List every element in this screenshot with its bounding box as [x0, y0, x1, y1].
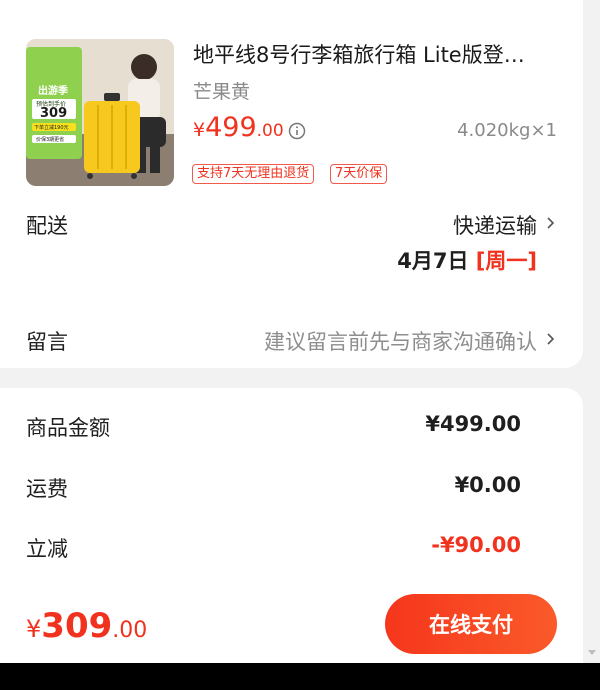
- delivery-label: 配送: [26, 214, 68, 238]
- summary-label-discount: 立减: [26, 537, 68, 561]
- total-integer: 309: [41, 606, 113, 646]
- thumb-badge-line3: 价保3期更省: [36, 137, 65, 143]
- summary-value-goods: ¥499.00: [425, 412, 521, 436]
- tag-price-protection: 7天价保: [330, 164, 388, 184]
- delivery-weekday: [周一]: [475, 249, 537, 273]
- scroll-down-arrow-icon[interactable]: [588, 650, 596, 655]
- thumb-badge-brand: 出游季: [38, 86, 68, 97]
- product-title[interactable]: 地平线8号行李箱旅行箱 Lite版登…: [193, 40, 563, 70]
- total-decimal: .00: [112, 618, 148, 643]
- checkout-bar: ¥309.00 在线支付: [0, 584, 583, 663]
- order-product-card: 出游季 预估到手价 309 下单立减190元 价保3期更省 地平线8号行李箱旅行…: [0, 0, 583, 368]
- thumb-badge-line2: 下单立减190元: [34, 125, 69, 131]
- product-variant: 芒果黄: [193, 81, 251, 103]
- order-total: ¥309.00: [26, 606, 147, 646]
- total-currency: ¥: [26, 615, 42, 643]
- info-icon[interactable]: [288, 122, 306, 140]
- chevron-right-icon[interactable]: [546, 216, 555, 230]
- summary-label-goods: 商品金额: [26, 416, 110, 440]
- chevron-right-icon[interactable]: [546, 332, 555, 346]
- price-currency: ¥: [193, 119, 206, 141]
- thumb-badge-price: 309: [40, 106, 68, 121]
- message-label: 留言: [26, 330, 68, 354]
- delivery-date-day: 4月7日: [397, 249, 469, 273]
- summary-value-shipping: ¥0.00: [454, 473, 521, 497]
- price-decimal: .00: [256, 121, 284, 141]
- weight-quantity: 4.020kg×1: [457, 120, 557, 141]
- pay-online-button[interactable]: 在线支付: [385, 594, 557, 654]
- summary-value-discount: -¥90.00: [431, 533, 521, 557]
- message-input[interactable]: 建议留言前先与商家沟通确认: [264, 326, 537, 356]
- price-integer: 499: [205, 112, 257, 143]
- bottom-edge: [0, 663, 600, 690]
- product-price: ¥499.00: [193, 112, 284, 143]
- delivery-date: 4月7日 [周一]: [397, 245, 537, 275]
- delivery-method[interactable]: 快递运输: [453, 210, 537, 240]
- tag-return-policy: 支持7天无理由退货: [192, 164, 315, 184]
- scrollbar[interactable]: [583, 0, 600, 663]
- summary-label-shipping: 运费: [26, 477, 68, 501]
